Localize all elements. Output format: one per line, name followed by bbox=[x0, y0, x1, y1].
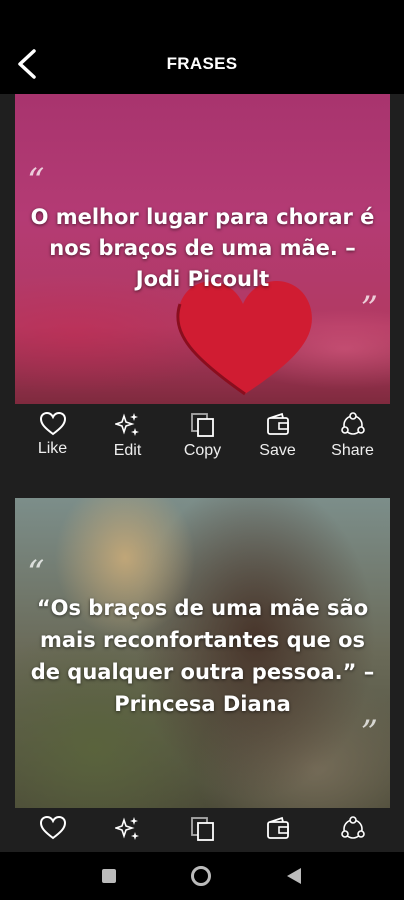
edit-button[interactable] bbox=[90, 808, 165, 852]
status-bar bbox=[0, 0, 404, 34]
system-nav-bar bbox=[0, 852, 404, 900]
like-label: Like bbox=[37, 440, 68, 457]
heart-icon bbox=[39, 412, 66, 436]
open-quote-mark: “ bbox=[27, 161, 45, 201]
square-icon bbox=[102, 869, 116, 883]
page-title: FRASES bbox=[166, 54, 238, 73]
save-button[interactable]: Save bbox=[240, 404, 315, 466]
share-label: Share bbox=[331, 442, 374, 459]
edit-label: Edit bbox=[113, 442, 142, 459]
copy-icon bbox=[190, 817, 214, 841]
share-icon bbox=[340, 412, 365, 435]
home-button[interactable] bbox=[190, 865, 212, 891]
heart-icon bbox=[39, 816, 66, 840]
wallet-icon bbox=[266, 412, 289, 435]
quote-card: “ “Os braços de uma mãe são mais reconfo… bbox=[15, 498, 390, 852]
save-label: Save bbox=[259, 442, 296, 459]
app-bar: FRASES bbox=[0, 34, 404, 94]
copy-button[interactable] bbox=[165, 808, 240, 852]
copy-button[interactable]: Copy bbox=[165, 404, 240, 466]
recents-button[interactable] bbox=[101, 868, 117, 888]
quote-text: “Os braços de uma mãe são mais reconfort… bbox=[30, 596, 375, 716]
back-nav-button[interactable] bbox=[286, 867, 302, 889]
action-bar: Like Edit Copy Save Share bbox=[15, 404, 390, 466]
quote-image: “ O melhor lugar para chorar é nos braço… bbox=[15, 94, 390, 404]
edit-button[interactable]: Edit bbox=[90, 404, 165, 466]
close-quote-mark: ” bbox=[360, 289, 378, 329]
sparkle-icon bbox=[114, 413, 139, 436]
quote-text: O melhor lugar para chorar é nos braços … bbox=[30, 205, 375, 291]
copy-label: Copy bbox=[183, 442, 222, 459]
quotes-feed[interactable]: “ O melhor lugar para chorar é nos braço… bbox=[0, 94, 404, 852]
save-button[interactable] bbox=[240, 808, 315, 852]
sparkle-icon bbox=[114, 817, 139, 840]
share-icon bbox=[340, 816, 365, 839]
share-button[interactable]: Share bbox=[315, 404, 390, 466]
wallet-icon bbox=[266, 816, 289, 839]
quote-image: “ “Os braços de uma mãe são mais reconfo… bbox=[15, 498, 390, 808]
like-button[interactable] bbox=[15, 808, 90, 852]
action-bar bbox=[15, 808, 390, 852]
quote-card: “ O melhor lugar para chorar é nos braço… bbox=[15, 94, 390, 466]
share-button[interactable] bbox=[315, 808, 390, 852]
circle-icon bbox=[191, 866, 211, 886]
copy-icon bbox=[190, 413, 214, 437]
open-quote-mark: “ bbox=[27, 553, 45, 593]
close-quote-mark: ” bbox=[360, 713, 378, 753]
like-button[interactable]: Like bbox=[15, 404, 90, 466]
triangle-back-icon bbox=[287, 868, 301, 884]
